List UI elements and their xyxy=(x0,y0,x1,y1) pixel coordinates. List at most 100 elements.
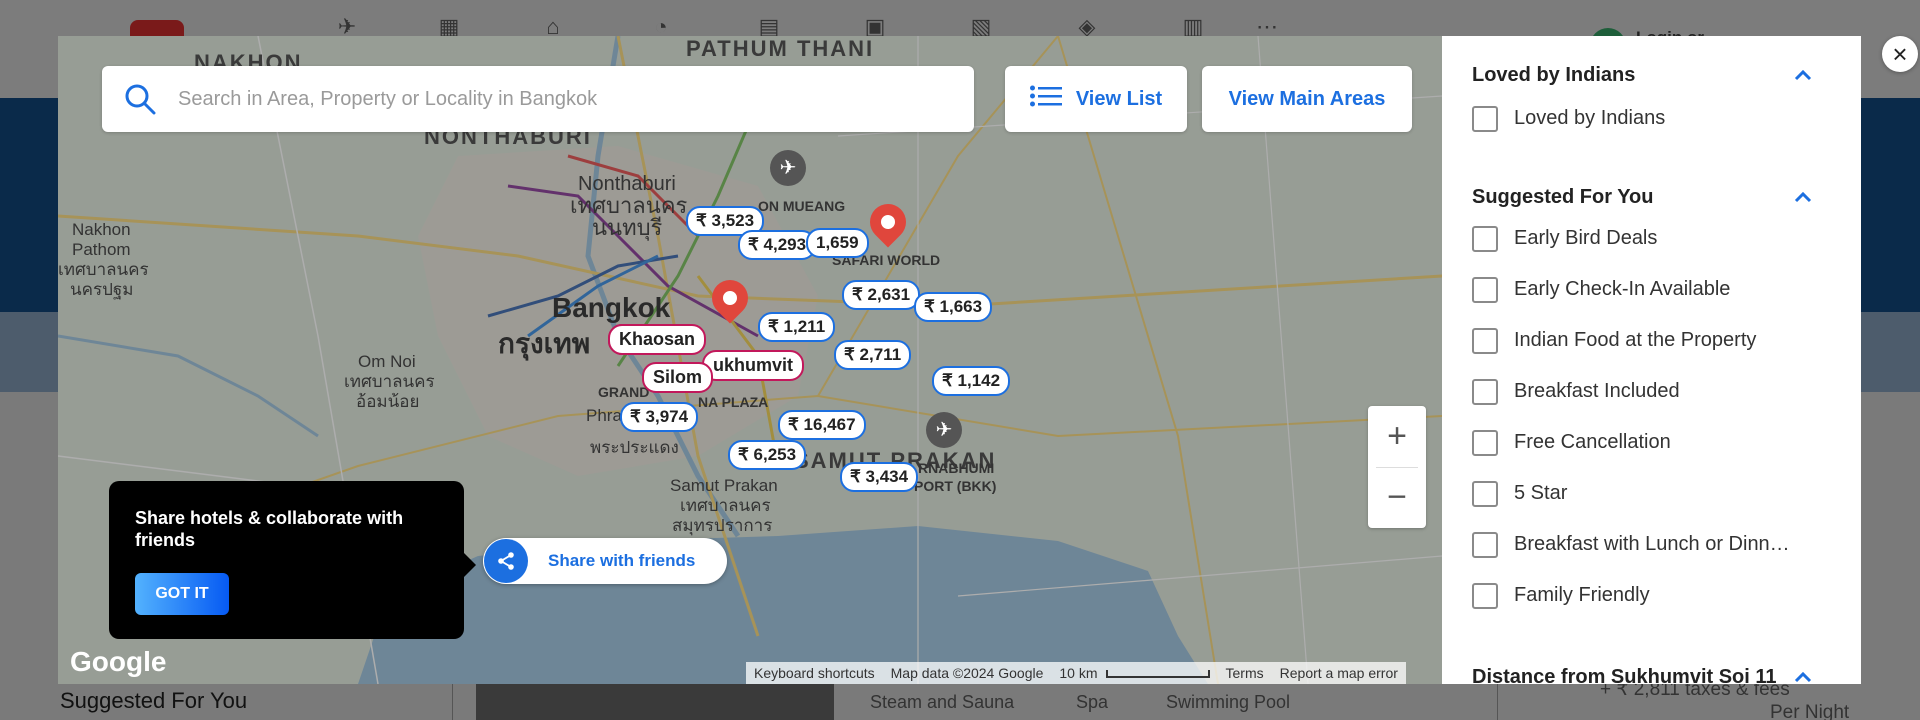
keyboard-shortcuts-link[interactable]: Keyboard shortcuts xyxy=(754,665,875,681)
map-label-samut-prakan: Samut Prakan xyxy=(670,476,778,495)
filter-option[interactable]: Indian Food at the Property xyxy=(1472,315,1812,366)
checkbox[interactable] xyxy=(1472,480,1498,507)
filter-header-suggested[interactable]: Suggested For You xyxy=(1472,186,1812,209)
map-label-suvarnabhumi-1: RNABHUMI xyxy=(918,460,995,476)
zoom-out-button[interactable]: − xyxy=(1368,467,1426,528)
airport-icon: ✈ xyxy=(926,412,962,448)
view-list-button[interactable]: View List xyxy=(1005,66,1187,132)
price-tag[interactable]: ₹ 3,434 xyxy=(840,462,919,492)
map-scale-label: 10 km xyxy=(1059,665,1098,681)
filter-option-label: Breakfast Included xyxy=(1514,380,1680,402)
filter-option-label: Early Check-In Available xyxy=(1514,278,1731,300)
google-logo: Google xyxy=(70,646,167,677)
map-label-nonthaburi: Nonthaburi xyxy=(578,173,676,195)
share-with-friends-label: Share with friends xyxy=(548,551,696,570)
price-tag[interactable]: 1,659 xyxy=(806,228,869,258)
map-label-don-mueang: ON MUEANG xyxy=(758,198,846,214)
background-divider-right xyxy=(1497,684,1498,720)
price-tag[interactable]: ₹ 1,211 xyxy=(758,312,836,342)
map-scale: 10 km xyxy=(1059,665,1210,681)
filter-option[interactable]: Early Bird Deals xyxy=(1472,213,1812,264)
filter-section-suggested: Suggested For You Early Bird Deals Early… xyxy=(1472,186,1812,621)
price-tag[interactable]: ₹ 2,631 xyxy=(842,280,921,310)
terms-link[interactable]: Terms xyxy=(1226,665,1264,681)
map-label-bangkok-thai: กรุงเทพ xyxy=(498,328,591,359)
background-per-night: Per Night xyxy=(1770,702,1850,720)
filter-option[interactable]: Breakfast with Lunch or Dinn… xyxy=(1472,519,1812,570)
view-main-areas-label: View Main Areas xyxy=(1228,87,1386,110)
area-chip-khaosan[interactable]: Khaosan xyxy=(608,324,707,355)
chevron-up-icon xyxy=(1794,64,1812,87)
checkbox[interactable] xyxy=(1472,582,1498,609)
checkbox[interactable] xyxy=(1472,225,1498,252)
checkbox[interactable] xyxy=(1472,105,1498,132)
filter-option-label: Early Bird Deals xyxy=(1514,227,1658,249)
area-chip-sukhumvit[interactable]: ukhumvit xyxy=(702,350,805,381)
share-with-friends-button[interactable]: Share with friends xyxy=(483,538,727,584)
filter-option[interactable]: Free Cancellation xyxy=(1472,417,1812,468)
chevron-up-icon xyxy=(1794,666,1812,684)
filter-section-loved: Loved by Indians Loved by Indians xyxy=(1472,64,1812,144)
filter-title-loved: Loved by Indians xyxy=(1472,64,1636,86)
filter-option-label: Breakfast with Lunch or Dinn… xyxy=(1514,533,1790,555)
filter-option[interactable]: Breakfast Included xyxy=(1472,366,1812,417)
map-label-nonthaburi-thai-1: เทศบาลนคร xyxy=(570,193,688,218)
checkbox[interactable] xyxy=(1472,531,1498,558)
map-label-samut-prakan-thai-1: เทศบาลนคร xyxy=(680,496,771,515)
map-label-bangkok: Bangkok xyxy=(552,292,671,323)
filter-header-distance[interactable]: Distance from Sukhumvit Soi 11 xyxy=(1472,666,1812,684)
map-label-om-noi: Om Noi xyxy=(358,352,416,371)
map-label-nakhon-pathom-2: Pathom xyxy=(72,240,131,259)
got-it-button[interactable]: GOT IT xyxy=(135,573,229,615)
price-tag[interactable]: ₹ 16,467 xyxy=(778,410,866,440)
share-tooltip: Share hotels & collaborate with friends … xyxy=(109,481,476,639)
filter-option[interactable]: Loved by Indians xyxy=(1472,93,1812,144)
share-icon xyxy=(484,539,528,583)
view-main-areas-button[interactable]: View Main Areas xyxy=(1202,66,1412,132)
map-label-plaza: NA PLAZA xyxy=(698,394,769,410)
filter-option-label: Loved by Indians xyxy=(1514,107,1666,129)
price-tag[interactable]: ₹ 2,711 xyxy=(834,340,912,370)
background-divider xyxy=(452,684,453,720)
report-map-error-link[interactable]: Report a map error xyxy=(1280,665,1398,681)
map-label-nonthaburi-thai-2: นนทบุรี xyxy=(592,215,663,240)
search-icon xyxy=(102,83,178,115)
checkbox[interactable] xyxy=(1472,276,1498,303)
checkbox[interactable] xyxy=(1472,378,1498,405)
filter-option-label: 5 Star xyxy=(1514,482,1568,504)
filter-option[interactable]: Family Friendly xyxy=(1472,570,1812,621)
filter-section-distance: Distance from Sukhumvit Soi 11 xyxy=(1472,666,1812,684)
price-tag[interactable]: ₹ 1,142 xyxy=(932,366,1011,396)
filters-panel: Loved by Indians Loved by Indians Sugges… xyxy=(1442,36,1861,684)
amenity-spa: Spa xyxy=(1076,692,1109,712)
map-label-om-noi-thai-2: อ้อมน้อย xyxy=(356,392,420,411)
filter-header-loved[interactable]: Loved by Indians xyxy=(1472,64,1812,87)
map-label-suvarnabhumi-2: PORT (BKK) xyxy=(914,478,997,494)
suggested-options: Early Bird Deals Early Check-In Availabl… xyxy=(1472,213,1812,621)
amenity-pool: Swimming Pool xyxy=(1166,692,1291,712)
zoom-divider xyxy=(1376,467,1418,468)
price-tag[interactable]: ₹ 3,974 xyxy=(620,402,699,432)
map-search-input[interactable] xyxy=(178,87,918,111)
price-tag[interactable]: ₹ 4,293 xyxy=(738,230,817,260)
area-chip-silom[interactable]: Silom xyxy=(642,362,714,393)
background-hotel-image xyxy=(476,684,834,720)
zoom-in-button[interactable]: + xyxy=(1368,406,1426,467)
view-list-label: View List xyxy=(1075,87,1163,110)
map-label-phra: Phra xyxy=(586,406,622,425)
filter-option[interactable]: 5 Star xyxy=(1472,468,1812,519)
filter-option[interactable]: Early Check-In Available xyxy=(1472,264,1812,315)
checkbox[interactable] xyxy=(1472,429,1498,456)
price-tag[interactable]: ₹ 6,253 xyxy=(728,440,807,470)
map-attribution: Keyboard shortcuts Map data ©2024 Google… xyxy=(746,662,1406,684)
map-label-phra-pradaeng-thai: พระประแดง xyxy=(590,438,679,457)
share-tooltip-text: Share hotels & collaborate with friends xyxy=(135,508,404,550)
checkbox[interactable] xyxy=(1472,327,1498,354)
map-label-grand: GRAND xyxy=(598,384,650,400)
filter-option-label: Indian Food at the Property xyxy=(1514,329,1757,351)
amenity-steam: Steam and Sauna xyxy=(870,692,1015,712)
close-modal-button[interactable]: × xyxy=(1882,36,1918,72)
price-tag[interactable]: ₹ 1,663 xyxy=(914,292,993,322)
map-label-nakhon-pathom-1: Nakhon xyxy=(72,220,131,239)
map-view[interactable]: NAKHON PATHUM THANI NONTHABURI Nonthabur… xyxy=(58,36,1442,684)
